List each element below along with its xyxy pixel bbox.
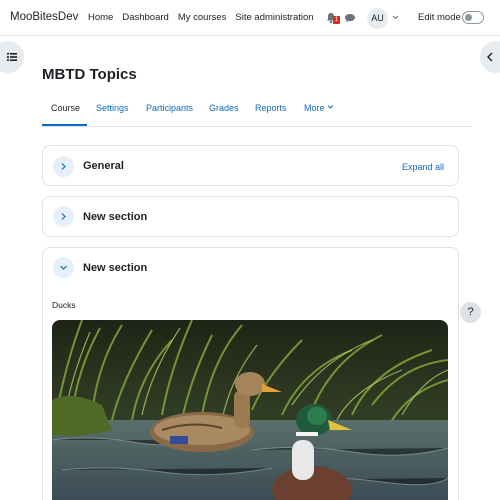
chevron-down-icon [60,265,67,270]
edit-mode-toggle[interactable] [462,11,484,24]
top-navbar: MooBitesDev Home Dashboard My courses Si… [0,0,500,36]
nav-my-courses[interactable]: My courses [178,12,227,23]
course-secondary-navigation: Course Settings Participants Grades Repo… [42,97,472,127]
chevron-left-icon [487,52,493,62]
section-collapse-toggle[interactable] [53,206,74,227]
block-drawer-toggle[interactable] [480,41,500,73]
primary-navigation: Home Dashboard My courses Site administr… [88,12,323,23]
notification-badge: 1 [333,16,340,24]
list-icon [7,53,17,61]
label-text: Ducks [52,300,76,310]
tab-reports[interactable]: Reports [255,103,287,113]
tab-course[interactable]: Course [51,103,80,113]
tab-participants[interactable]: Participants [146,103,193,113]
section-collapse-toggle[interactable] [53,156,74,177]
help-button[interactable]: ? [460,302,481,323]
section-new-1: New section [42,196,459,237]
tab-more-label: More [304,103,325,113]
expand-all-link[interactable]: Expand all [402,162,444,172]
section-collapse-toggle[interactable] [53,257,74,278]
tab-more[interactable]: More [304,103,334,113]
section-title[interactable]: New section [83,262,147,274]
page-title: MBTD Topics [42,66,137,83]
chevron-down-icon[interactable] [391,13,400,22]
nav-home[interactable]: Home [88,12,113,23]
chevron-right-icon [61,213,66,220]
course-index-toggle[interactable] [0,41,24,73]
ducks-image [52,320,448,500]
user-avatar[interactable]: AU [367,8,388,29]
tab-grades[interactable]: Grades [209,103,239,113]
nav-dashboard[interactable]: Dashboard [122,12,168,23]
toggle-knob [465,14,472,21]
tab-settings[interactable]: Settings [96,103,129,113]
chevron-down-icon [327,105,333,109]
nav-site-administration[interactable]: Site administration [235,12,313,23]
section-title[interactable]: New section [83,211,147,223]
chevron-right-icon [61,163,66,170]
message-drawer-icon[interactable] [344,12,356,24]
active-tab-indicator [42,124,87,126]
site-brand[interactable]: MooBitesDev [10,11,78,23]
edit-mode-label: Edit mode [418,12,461,23]
section-general: General Expand all [42,145,459,186]
section-title[interactable]: General [83,160,124,172]
